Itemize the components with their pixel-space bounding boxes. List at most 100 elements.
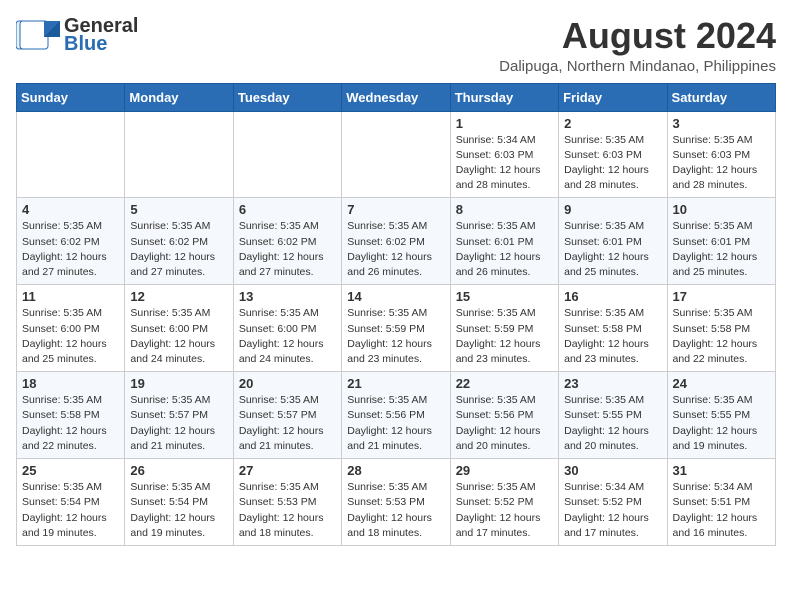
calendar-cell: 31 Sunrise: 5:34 AM Sunset: 5:51 PM Dayli… (667, 459, 775, 546)
title-block: August 2024 Dalipuga, Northern Mindanao,… (499, 16, 776, 75)
day-number: 3 (673, 116, 770, 131)
calendar-cell (125, 111, 233, 198)
day-info: Sunrise: 5:35 AM Sunset: 5:58 PM Dayligh… (673, 306, 770, 367)
weekday-header-wednesday: Wednesday (342, 83, 450, 111)
day-info: Sunrise: 5:35 AM Sunset: 6:00 PM Dayligh… (239, 306, 336, 367)
day-number: 31 (673, 463, 770, 478)
day-info: Sunrise: 5:35 AM Sunset: 5:57 PM Dayligh… (130, 393, 227, 454)
calendar-cell: 5 Sunrise: 5:35 AM Sunset: 6:02 PM Daylig… (125, 198, 233, 285)
calendar-table: SundayMondayTuesdayWednesdayThursdayFrid… (16, 83, 776, 546)
weekday-header-saturday: Saturday (667, 83, 775, 111)
calendar-cell: 2 Sunrise: 5:35 AM Sunset: 6:03 PM Daylig… (559, 111, 667, 198)
calendar-cell: 13 Sunrise: 5:35 AM Sunset: 6:00 PM Dayli… (233, 285, 341, 372)
day-number: 26 (130, 463, 227, 478)
weekday-header-row: SundayMondayTuesdayWednesdayThursdayFrid… (17, 83, 776, 111)
day-number: 17 (673, 289, 770, 304)
day-number: 19 (130, 376, 227, 391)
month-year-title: August 2024 (499, 16, 776, 56)
calendar-cell: 19 Sunrise: 5:35 AM Sunset: 5:57 PM Dayli… (125, 372, 233, 459)
calendar-cell: 8 Sunrise: 5:35 AM Sunset: 6:01 PM Daylig… (450, 198, 558, 285)
calendar-cell: 30 Sunrise: 5:34 AM Sunset: 5:52 PM Dayli… (559, 459, 667, 546)
day-number: 30 (564, 463, 661, 478)
day-number: 14 (347, 289, 444, 304)
calendar-cell: 9 Sunrise: 5:35 AM Sunset: 6:01 PM Daylig… (559, 198, 667, 285)
day-info: Sunrise: 5:35 AM Sunset: 6:02 PM Dayligh… (130, 219, 227, 280)
weekday-header-monday: Monday (125, 83, 233, 111)
day-number: 12 (130, 289, 227, 304)
day-info: Sunrise: 5:35 AM Sunset: 6:01 PM Dayligh… (673, 219, 770, 280)
weekday-header-sunday: Sunday (17, 83, 125, 111)
day-number: 20 (239, 376, 336, 391)
calendar-week-row: 4 Sunrise: 5:35 AM Sunset: 6:02 PM Daylig… (17, 198, 776, 285)
day-number: 7 (347, 202, 444, 217)
calendar-cell: 21 Sunrise: 5:35 AM Sunset: 5:56 PM Dayli… (342, 372, 450, 459)
calendar-cell: 11 Sunrise: 5:35 AM Sunset: 6:00 PM Dayli… (17, 285, 125, 372)
calendar-cell: 14 Sunrise: 5:35 AM Sunset: 5:59 PM Dayli… (342, 285, 450, 372)
calendar-cell: 29 Sunrise: 5:35 AM Sunset: 5:52 PM Dayli… (450, 459, 558, 546)
day-number: 1 (456, 116, 553, 131)
day-number: 29 (456, 463, 553, 478)
day-info: Sunrise: 5:34 AM Sunset: 5:51 PM Dayligh… (673, 480, 770, 541)
calendar-cell: 10 Sunrise: 5:35 AM Sunset: 6:01 PM Dayli… (667, 198, 775, 285)
day-info: Sunrise: 5:35 AM Sunset: 5:53 PM Dayligh… (239, 480, 336, 541)
logo-icon (16, 17, 60, 53)
day-info: Sunrise: 5:35 AM Sunset: 6:01 PM Dayligh… (564, 219, 661, 280)
calendar-cell: 25 Sunrise: 5:35 AM Sunset: 5:54 PM Dayli… (17, 459, 125, 546)
calendar-cell: 22Sunrise: 5:35 AM Sunset: 5:56 PM Dayli… (450, 372, 558, 459)
day-number: 13 (239, 289, 336, 304)
day-number: 24 (673, 376, 770, 391)
logo: General Blue (16, 16, 138, 54)
calendar-cell: 6Sunrise: 5:35 AM Sunset: 6:02 PM Daylig… (233, 198, 341, 285)
day-info: Sunrise: 5:35 AM Sunset: 5:54 PM Dayligh… (22, 480, 119, 541)
day-info: Sunrise: 5:35 AM Sunset: 5:55 PM Dayligh… (673, 393, 770, 454)
day-info: Sunrise: 5:35 AM Sunset: 5:59 PM Dayligh… (456, 306, 553, 367)
calendar-cell: 7 Sunrise: 5:35 AM Sunset: 6:02 PM Daylig… (342, 198, 450, 285)
day-number: 2 (564, 116, 661, 131)
weekday-header-thursday: Thursday (450, 83, 558, 111)
location-subtitle: Dalipuga, Northern Mindanao, Philippines (499, 58, 776, 75)
day-number: 25 (22, 463, 119, 478)
weekday-header-tuesday: Tuesday (233, 83, 341, 111)
day-info: Sunrise: 5:34 AM Sunset: 5:52 PM Dayligh… (564, 480, 661, 541)
calendar-cell: 1Sunrise: 5:34 AM Sunset: 6:03 PM Daylig… (450, 111, 558, 198)
day-number: 27 (239, 463, 336, 478)
day-number: 4 (22, 202, 119, 217)
calendar-cell: 26 Sunrise: 5:35 AM Sunset: 5:54 PM Dayli… (125, 459, 233, 546)
calendar-cell: 27 Sunrise: 5:35 AM Sunset: 5:53 PM Dayli… (233, 459, 341, 546)
day-number: 28 (347, 463, 444, 478)
day-number: 9 (564, 202, 661, 217)
day-info: Sunrise: 5:35 AM Sunset: 5:52 PM Dayligh… (456, 480, 553, 541)
day-info: Sunrise: 5:35 AM Sunset: 5:54 PM Dayligh… (130, 480, 227, 541)
day-number: 6 (239, 202, 336, 217)
calendar-cell: 16Sunrise: 5:35 AM Sunset: 5:58 PM Dayli… (559, 285, 667, 372)
day-number: 15 (456, 289, 553, 304)
day-number: 16 (564, 289, 661, 304)
day-number: 11 (22, 289, 119, 304)
day-info: Sunrise: 5:35 AM Sunset: 5:56 PM Dayligh… (347, 393, 444, 454)
day-info: Sunrise: 5:35 AM Sunset: 5:58 PM Dayligh… (22, 393, 119, 454)
day-number: 10 (673, 202, 770, 217)
day-info: Sunrise: 5:35 AM Sunset: 6:02 PM Dayligh… (347, 219, 444, 280)
day-info: Sunrise: 5:35 AM Sunset: 5:59 PM Dayligh… (347, 306, 444, 367)
day-number: 8 (456, 202, 553, 217)
day-number: 5 (130, 202, 227, 217)
calendar-week-row: 25 Sunrise: 5:35 AM Sunset: 5:54 PM Dayli… (17, 459, 776, 546)
weekday-header-friday: Friday (559, 83, 667, 111)
day-info: Sunrise: 5:35 AM Sunset: 5:57 PM Dayligh… (239, 393, 336, 454)
day-number: 18 (22, 376, 119, 391)
day-number: 21 (347, 376, 444, 391)
calendar-cell: 28Sunrise: 5:35 AM Sunset: 5:53 PM Dayli… (342, 459, 450, 546)
calendar-week-row: 11 Sunrise: 5:35 AM Sunset: 6:00 PM Dayli… (17, 285, 776, 372)
calendar-cell (342, 111, 450, 198)
day-info: Sunrise: 5:35 AM Sunset: 6:03 PM Dayligh… (564, 133, 661, 194)
day-number: 23 (564, 376, 661, 391)
day-info: Sunrise: 5:35 AM Sunset: 6:03 PM Dayligh… (673, 133, 770, 194)
day-info: Sunrise: 5:35 AM Sunset: 6:02 PM Dayligh… (22, 219, 119, 280)
calendar-cell: 15 Sunrise: 5:35 AM Sunset: 5:59 PM Dayli… (450, 285, 558, 372)
day-info: Sunrise: 5:35 AM Sunset: 6:01 PM Dayligh… (456, 219, 553, 280)
day-info: Sunrise: 5:35 AM Sunset: 6:00 PM Dayligh… (130, 306, 227, 367)
calendar-cell: 24 Sunrise: 5:35 AM Sunset: 5:55 PM Dayli… (667, 372, 775, 459)
calendar-cell: 23Sunrise: 5:35 AM Sunset: 5:55 PM Dayli… (559, 372, 667, 459)
day-info: Sunrise: 5:35 AM Sunset: 5:56 PM Dayligh… (456, 393, 553, 454)
day-info: Sunrise: 5:35 AM Sunset: 6:00 PM Dayligh… (22, 306, 119, 367)
